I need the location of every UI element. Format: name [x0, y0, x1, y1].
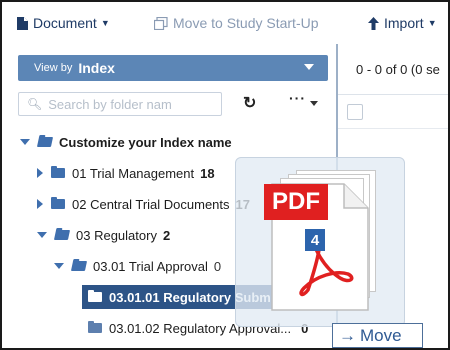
pdf-label: PDF [264, 184, 328, 220]
folder-icon [51, 197, 65, 209]
document-menu-button[interactable]: Document ▼ [17, 2, 110, 44]
dragged-count-badge: 4 [305, 229, 325, 251]
folder-search-input[interactable] [46, 95, 221, 113]
collapse-arrow-icon[interactable] [20, 139, 30, 145]
toolbar: Document ▼ Move to Study Start-Up Import… [2, 2, 448, 44]
collapse-arrow-icon[interactable] [54, 263, 64, 269]
folder-icon [88, 290, 102, 302]
move-to-study-start-up-label: Move to Study Start-Up [173, 15, 319, 31]
folder-icon [51, 166, 65, 178]
import-menu-button[interactable]: Import ▼ [368, 2, 437, 44]
move-drop-hint: → Move [332, 323, 423, 348]
search-icon: 🔍︎ [27, 97, 43, 111]
tree-root-label: Customize your Index name [59, 134, 232, 150]
tree-item-label: 01 Trial Management [72, 165, 195, 181]
caret-down-icon: ▼ [100, 18, 110, 28]
move-drop-label: Move [360, 325, 402, 345]
tree-item-count: 18 [200, 165, 215, 181]
move-to-study-start-up-button[interactable]: Move to Study Start-Up [154, 2, 319, 44]
tree-item-trial-approval[interactable]: 03.01 Trial Approval 0 [54, 254, 221, 278]
tree-item-regulatory[interactable]: 03 Regulatory 2 [37, 223, 170, 247]
folder-open-icon [53, 230, 71, 240]
tree-root[interactable]: Customize your Index name [20, 130, 232, 154]
refresh-icon[interactable]: ↻ [243, 93, 256, 113]
tree-item-label: 03.01 Trial Approval [93, 258, 208, 274]
folder-search-box: 🔍︎ [18, 92, 222, 116]
folder-open-icon [36, 137, 54, 147]
view-by-dropdown[interactable]: View by Index [18, 55, 328, 81]
folder-icon [88, 321, 102, 333]
collapse-arrow-icon[interactable] [37, 232, 47, 238]
tree-item-trial-management[interactable]: 01 Trial Management 18 [37, 161, 215, 185]
chevron-down-icon [304, 64, 314, 70]
caret-down-icon[interactable] [310, 101, 318, 106]
app-frame: Document ▼ Move to Study Start-Up Import… [0, 0, 450, 350]
expand-arrow-icon[interactable] [37, 199, 43, 209]
document-icon [17, 16, 28, 30]
arrow-right-icon: → [339, 325, 356, 345]
folder-open-icon [70, 261, 88, 271]
divider [338, 128, 448, 129]
move-copy-icon [154, 16, 168, 30]
tree-item-label: 03 Regulatory [76, 227, 157, 243]
tree-item-count: 0 [213, 258, 222, 274]
more-options-icon[interactable]: ··· [289, 90, 306, 106]
divider [338, 94, 448, 95]
caret-down-icon: ▼ [427, 18, 437, 28]
view-by-value: Index [78, 60, 115, 76]
document-menu-label: Document [33, 15, 97, 31]
expand-arrow-icon[interactable] [37, 168, 43, 178]
upload-arrow-icon [368, 16, 379, 30]
select-all-checkbox[interactable] [347, 104, 363, 120]
view-by-label: View by [34, 62, 73, 74]
tree-item-central-trial-documents[interactable]: 02 Central Trial Documents 17 [37, 192, 250, 216]
tree-item-label: 02 Central Trial Documents [72, 196, 230, 212]
tree-item-count: 2 [162, 227, 171, 243]
pagination-text: 0 - 0 of 0 (0 se [356, 62, 440, 77]
import-menu-label: Import [384, 15, 424, 31]
